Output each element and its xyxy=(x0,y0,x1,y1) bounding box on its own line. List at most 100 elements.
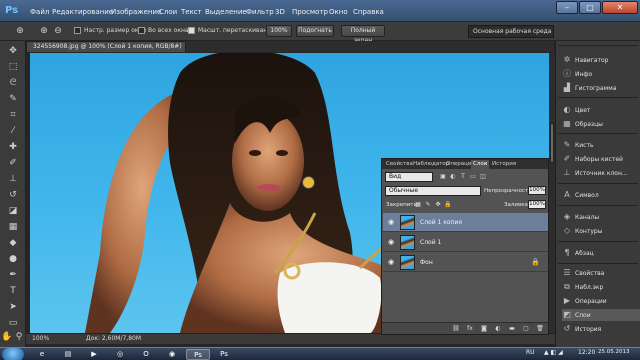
ie-icon[interactable]: e xyxy=(30,349,54,360)
menu-file[interactable]: Файл xyxy=(30,8,49,16)
smart-filter-icon[interactable]: ◫ xyxy=(479,173,487,181)
layer-row[interactable]: ◉ Фон 🔒 xyxy=(383,253,548,272)
menu-layers[interactable]: Слои xyxy=(159,8,177,16)
menu-window[interactable]: Окно xyxy=(329,8,348,16)
tab-history[interactable]: История xyxy=(490,160,518,169)
visibility-eye-icon[interactable]: ◉ xyxy=(387,218,395,226)
fill-screen-button[interactable]: Полный экран xyxy=(341,25,385,44)
blend-mode-select[interactable]: Обычные xyxy=(385,186,481,196)
menu-type[interactable]: Текст xyxy=(181,8,202,16)
lock-pixels-icon[interactable]: ✎ xyxy=(424,201,432,209)
crop-tool-icon[interactable]: ⌗ xyxy=(7,109,19,121)
dock-paths[interactable]: ◇ Контуры xyxy=(562,225,640,237)
gradient-tool-icon[interactable]: ▦ xyxy=(7,221,19,233)
opera-icon[interactable]: O xyxy=(134,349,158,360)
new-layer-icon[interactable]: ▢ xyxy=(522,325,530,333)
zoom-out-icon[interactable]: ⊖ xyxy=(52,25,64,37)
menu-image[interactable]: Изображение xyxy=(111,8,161,16)
layer-row[interactable]: ◉ Слой 1 xyxy=(383,233,548,252)
adjustment-layer-icon[interactable]: ◐ xyxy=(494,325,502,333)
visibility-eye-icon[interactable]: ◉ xyxy=(387,258,395,266)
language-indicator[interactable]: RU xyxy=(526,349,535,356)
dock-color[interactable]: ◐ Цвет xyxy=(562,104,640,116)
kind-filter-select[interactable]: Вид xyxy=(385,172,433,182)
dock-actions[interactable]: ▶ Операции xyxy=(562,295,640,307)
marquee-tool-icon[interactable]: ⬚ xyxy=(7,61,19,73)
workspace-select[interactable]: Основная рабочая среда xyxy=(468,25,554,38)
clock-date[interactable]: 25.05.2013 xyxy=(598,349,630,355)
type-tool-icon[interactable]: T xyxy=(7,285,19,297)
dock-histogram[interactable]: ▟ Гистограмма xyxy=(562,82,640,94)
menu-edit[interactable]: Редактирование xyxy=(52,8,113,16)
minimize-button[interactable]: – xyxy=(556,1,578,14)
all-windows-checkbox[interactable] xyxy=(138,27,145,34)
menu-help[interactable]: Справка xyxy=(353,8,384,16)
shape-filter-icon[interactable]: ▭ xyxy=(469,173,477,181)
shape-tool-icon[interactable]: ▭ xyxy=(7,317,19,329)
chrome-icon[interactable]: ◎ xyxy=(108,349,132,360)
clock-time[interactable]: 12:20 xyxy=(578,349,595,356)
dock-channels[interactable]: ◈ Каналы xyxy=(562,211,640,223)
path-select-tool-icon[interactable]: ➤ xyxy=(7,301,19,313)
opacity-input[interactable]: 100% xyxy=(528,186,546,195)
layer-row[interactable]: ◉ Слой 1 копия xyxy=(383,213,548,232)
type-filter-icon[interactable]: T xyxy=(459,173,467,181)
zoom-tool-icon-left[interactable]: ⚲ xyxy=(13,331,25,343)
blur-tool-icon[interactable]: ◆ xyxy=(7,237,19,249)
dock-paragraph[interactable]: ¶ Абзац xyxy=(562,247,640,259)
maximize-button[interactable]: □ xyxy=(579,1,601,14)
dock-character[interactable]: A Символ xyxy=(562,189,640,201)
new-group-icon[interactable]: ▬ xyxy=(508,325,516,333)
menu-view[interactable]: Просмотр xyxy=(292,8,328,16)
lock-all-icon[interactable]: 🔒 xyxy=(444,201,452,209)
media-player-icon[interactable]: ▶ xyxy=(82,349,106,360)
healing-tool-icon[interactable]: ✚ xyxy=(7,141,19,153)
dodge-tool-icon[interactable]: ● xyxy=(7,253,19,265)
explorer-icon[interactable]: ▤ xyxy=(56,349,80,360)
pixel-filter-icon[interactable]: ▣ xyxy=(439,173,447,181)
zoom-tool-icon[interactable]: ⊕ xyxy=(14,25,26,37)
dock-layer-comps[interactable]: ⧉ Набл.экр xyxy=(562,281,640,293)
tab-layers[interactable]: Слои xyxy=(471,160,490,169)
history-brush-tool-icon[interactable]: ↺ xyxy=(7,189,19,201)
photoshop-taskbar-icon-2[interactable]: Ps xyxy=(212,349,236,360)
dock-history[interactable]: ↺ История xyxy=(562,323,640,335)
scrollbar-thumb[interactable] xyxy=(550,123,554,163)
dock-clone-source[interactable]: ⊥ Источник клон... xyxy=(562,167,640,179)
menu-3d[interactable]: 3D xyxy=(275,8,285,16)
document-tab[interactable]: 324556908.jpg @ 100% (Слой 1 копия, RGB/… xyxy=(26,41,186,60)
quick-select-tool-icon[interactable]: ✎ xyxy=(7,93,19,105)
lock-position-icon[interactable]: ✥ xyxy=(434,201,442,209)
fx-icon[interactable]: fx xyxy=(466,325,474,333)
dock-properties[interactable]: ☰ Свойства xyxy=(562,267,640,279)
dock-brush-presets[interactable]: ✐ Наборы кистей xyxy=(562,153,640,165)
fill-input[interactable]: 100% xyxy=(528,200,546,209)
adjustment-filter-icon[interactable]: ◐ xyxy=(449,173,457,181)
delete-layer-icon[interactable]: 🗑 xyxy=(536,325,544,333)
move-tool-icon[interactable]: ✥ xyxy=(7,45,19,57)
zoom-100-button[interactable]: 100% xyxy=(266,25,292,37)
add-mask-icon[interactable]: ◙ xyxy=(480,325,488,333)
lasso-tool-icon[interactable]: ᘓ xyxy=(7,77,19,89)
brush-tool-icon[interactable]: ✐ xyxy=(7,157,19,169)
zoom-in-icon[interactable]: ⊕ xyxy=(38,25,50,37)
start-button[interactable] xyxy=(2,348,24,360)
eyedropper-tool-icon[interactable]: ⁄ xyxy=(7,125,19,137)
menu-filter[interactable]: Фильтр xyxy=(246,8,274,16)
link-layers-icon[interactable]: ⛓ xyxy=(452,325,460,333)
dock-layers[interactable]: ◩ Слои xyxy=(562,309,640,321)
app-icon[interactable]: ◉ xyxy=(160,349,184,360)
fit-screen-button[interactable]: Подогнать xyxy=(296,25,334,37)
resize-windows-checkbox[interactable] xyxy=(74,27,81,34)
lock-transparency-icon[interactable]: ▦ xyxy=(414,201,422,209)
tray-icons[interactable]: ▲ ◧ ◢ xyxy=(544,349,563,356)
stamp-tool-icon[interactable]: ⊥ xyxy=(7,173,19,185)
pen-tool-icon[interactable]: ✒ xyxy=(7,269,19,281)
close-button[interactable]: ✕ xyxy=(602,1,638,14)
dock-info[interactable]: ⓘ Инфо xyxy=(562,68,640,80)
zoom-level[interactable]: 100% xyxy=(32,334,49,344)
dock-brush[interactable]: ✎ Кисть xyxy=(562,139,640,151)
dock-navigator[interactable]: ✲ Навигатор xyxy=(562,54,640,66)
eraser-tool-icon[interactable]: ◪ xyxy=(7,205,19,217)
hand-tool-icon[interactable]: ✋ xyxy=(1,331,13,343)
